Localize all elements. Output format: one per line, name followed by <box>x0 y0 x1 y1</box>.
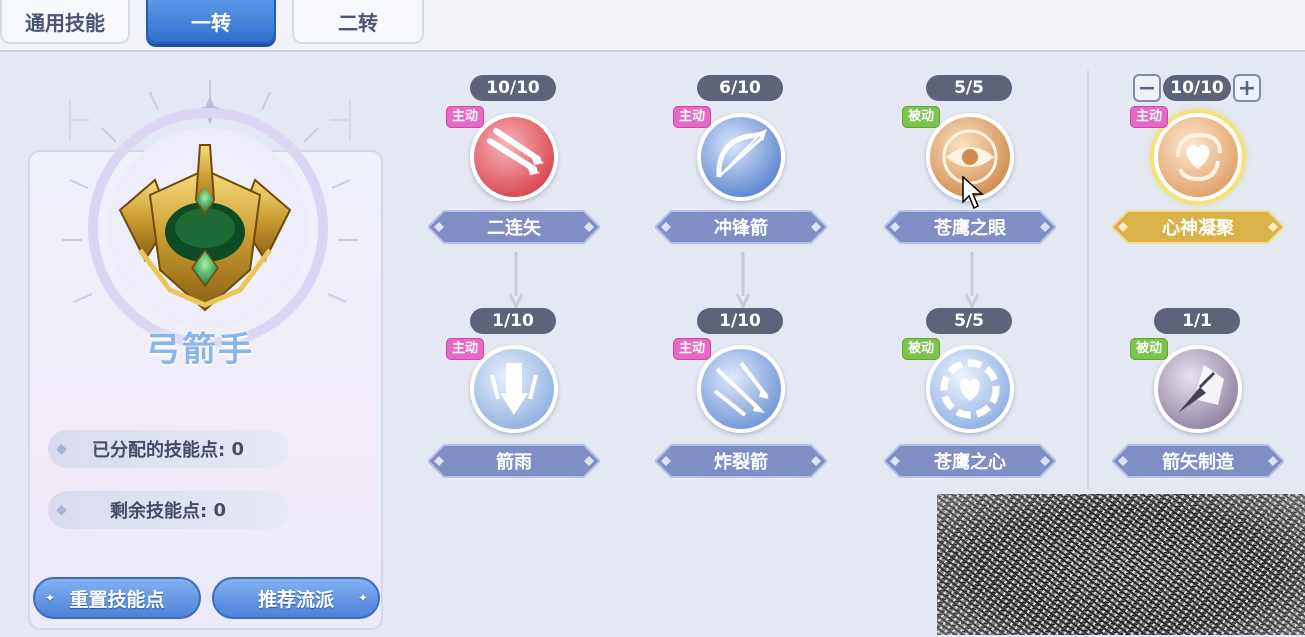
double-arrow-icon <box>474 117 554 197</box>
burst-arrow-icon <box>701 349 781 429</box>
remaining-points-label: 剩余技能点: <box>109 501 208 522</box>
column-divider <box>1087 70 1089 490</box>
noise-overlay <box>937 494 1305 635</box>
active-skill-tag: 主动 <box>446 106 485 128</box>
heart-shield-icon <box>930 349 1010 429</box>
skill-name-bar[interactable]: 箭矢制造 <box>1112 443 1284 479</box>
tab-bar: 通用技能 一转 二转 <box>0 0 1305 52</box>
skill-name: 二连矢 <box>487 218 541 239</box>
skill-name: 冲锋箭 <box>714 218 768 239</box>
skill-name-bar[interactable]: 冲锋箭 <box>655 209 827 245</box>
tab-label: 通用技能 <box>25 10 105 35</box>
active-skill-tag: 主动 <box>446 338 485 360</box>
passive-skill-tag: 被动 <box>902 338 941 360</box>
tab-label: 一转 <box>191 10 231 35</box>
skill-name: 炸裂箭 <box>714 452 768 473</box>
passive-skill-tag: 被动 <box>902 106 941 128</box>
mouse-cursor-icon <box>962 176 984 210</box>
skill-name: 箭雨 <box>496 452 532 473</box>
decrease-level-button[interactable]: − <box>1133 74 1161 102</box>
class-name: 弓箭手 <box>146 330 254 370</box>
remaining-points: ◆ 剩余技能点: 0 <box>48 491 288 529</box>
tree-link-arrow <box>965 252 979 308</box>
sparkle-icon: ✦ <box>358 591 369 605</box>
skill-name: 箭矢制造 <box>1162 452 1234 473</box>
active-skill-tag: 主动 <box>1130 106 1169 128</box>
recommended-build-button[interactable]: ✦ 推荐流派 <box>212 577 380 619</box>
tree-link-arrow <box>509 252 523 308</box>
skill-level-badge: 5/5 <box>926 308 1012 334</box>
skill-mind-focus[interactable] <box>1154 113 1242 201</box>
skill-level-badge: 1/1 <box>1154 308 1240 334</box>
skill-level-badge: 1/10 <box>697 308 783 334</box>
arrow-rain-icon <box>474 349 554 429</box>
skill-name: 苍鹰之心 <box>934 452 1006 473</box>
passive-skill-tag: 被动 <box>1130 338 1169 360</box>
skill-charge-arrow[interactable] <box>697 113 785 201</box>
skill-level-badge: 1/10 <box>470 308 556 334</box>
reset-skill-points-button[interactable]: ✦ 重置技能点 <box>33 577 201 619</box>
sparkle-icon: ✦ <box>45 591 56 605</box>
heart-swirl-icon <box>1158 117 1238 197</box>
skill-level-badge: 6/10 <box>697 75 783 101</box>
skill-burst-arrow[interactable] <box>697 345 785 433</box>
tab-first-job[interactable]: 一转 <box>146 0 276 44</box>
active-skill-tag: 主动 <box>673 338 712 360</box>
tab-label: 二转 <box>338 10 378 35</box>
tab-second-job[interactable]: 二转 <box>292 0 424 44</box>
allocated-points-value: 0 <box>231 438 244 460</box>
skill-name-bar[interactable]: 箭雨 <box>428 443 600 479</box>
skill-level-badge: 5/5 <box>926 75 1012 101</box>
recommend-button-label: 推荐流派 <box>257 588 334 611</box>
bow-icon <box>701 117 781 197</box>
archer-emblem-icon <box>118 144 292 312</box>
skill-double-arrow[interactable] <box>470 113 558 201</box>
active-skill-tag: 主动 <box>673 106 712 128</box>
allocated-points-label: 已分配的技能点: <box>91 440 226 461</box>
increase-level-button[interactable]: + <box>1233 74 1261 102</box>
skill-name-bar[interactable]: 苍鹰之眼 <box>884 209 1056 245</box>
skill-hawk-heart[interactable] <box>926 345 1014 433</box>
skill-arrow-rain[interactable] <box>470 345 558 433</box>
skill-name: 苍鹰之眼 <box>934 218 1006 239</box>
skill-name-bar[interactable]: 二连矢 <box>428 209 600 245</box>
skill-level-badge: 10/10 <box>470 75 556 101</box>
skill-level-badge: 10/10 <box>1163 75 1231 101</box>
skill-name-bar[interactable]: 炸裂箭 <box>655 443 827 479</box>
allocated-points: ◆ 已分配的技能点: 0 <box>48 430 288 468</box>
tab-general-skills[interactable]: 通用技能 <box>0 0 130 44</box>
arrowhead-craft-icon <box>1158 349 1238 429</box>
diamond-icon: ◆ <box>56 502 67 518</box>
skill-name-bar-selected[interactable]: 心神凝聚 <box>1112 209 1284 245</box>
remaining-points-value: 0 <box>213 499 226 521</box>
skill-arrow-crafting[interactable] <box>1154 345 1242 433</box>
diamond-icon: ◆ <box>56 441 67 457</box>
skill-name-bar[interactable]: 苍鹰之心 <box>884 443 1056 479</box>
reset-button-label: 重置技能点 <box>69 588 165 611</box>
skill-name: 心神凝聚 <box>1162 218 1234 239</box>
tree-link-arrow <box>736 252 750 308</box>
